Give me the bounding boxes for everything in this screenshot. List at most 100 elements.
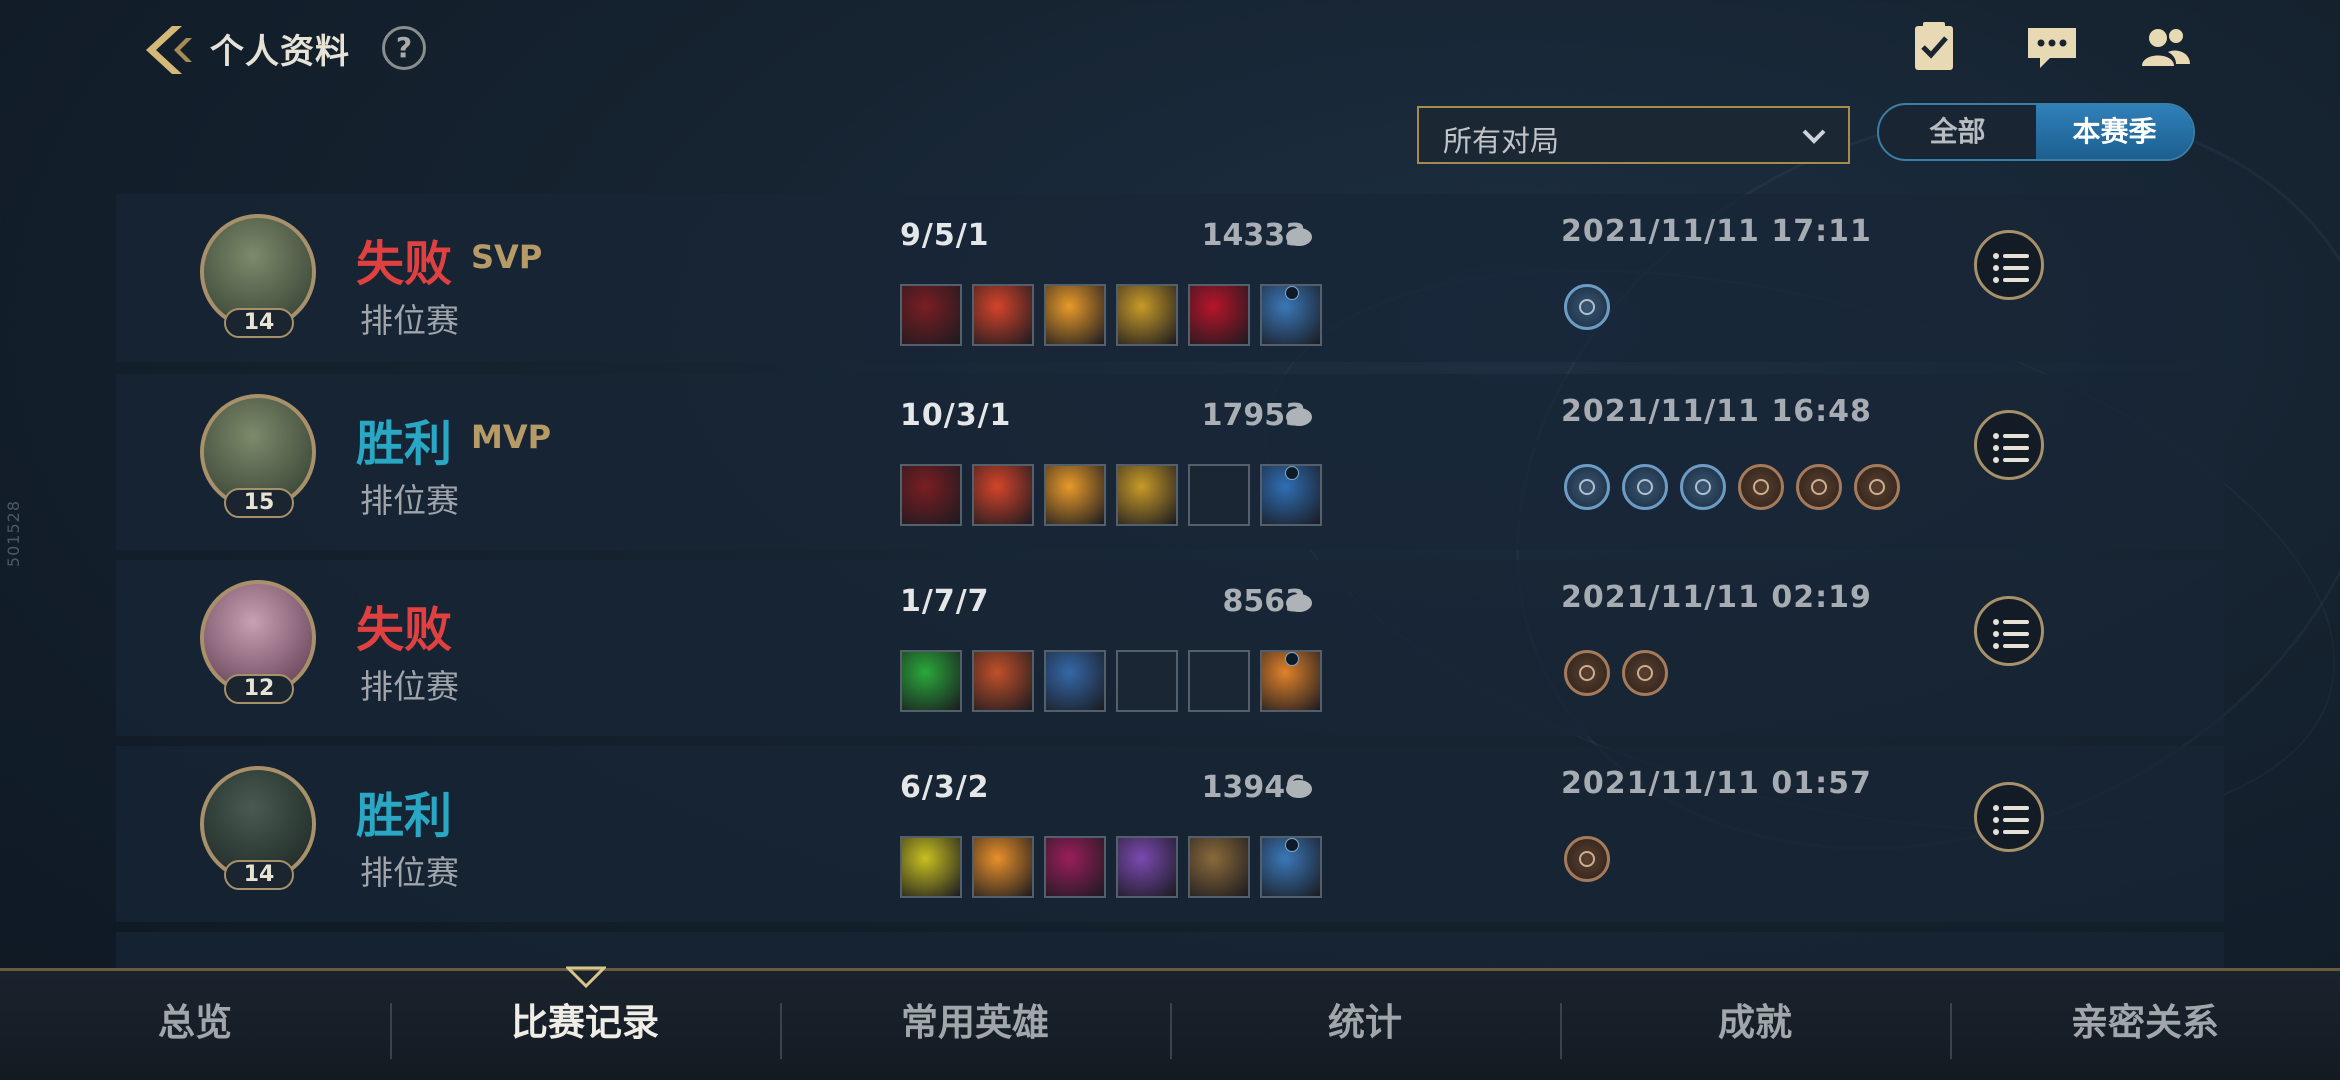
item-icon[interactable] bbox=[1260, 650, 1322, 712]
match-result: 失败 bbox=[356, 602, 453, 658]
bronze-medal-icon[interactable] bbox=[1622, 650, 1668, 696]
tab-favorite-heroes[interactable]: 常用英雄 bbox=[780, 971, 1170, 1080]
medal-emblem-icon bbox=[1579, 665, 1595, 681]
item-icon[interactable] bbox=[900, 284, 962, 346]
segment-all[interactable]: 全部 bbox=[1879, 105, 2036, 159]
task-checklist-icon[interactable] bbox=[1906, 22, 1962, 74]
item-build bbox=[900, 650, 1322, 712]
empty-item-slot[interactable] bbox=[1116, 650, 1178, 712]
item-icon[interactable] bbox=[1188, 284, 1250, 346]
match-detail-button[interactable] bbox=[1974, 230, 2044, 300]
item-icon[interactable] bbox=[900, 464, 962, 526]
gold-coin-icon bbox=[1286, 228, 1312, 246]
item-icon[interactable] bbox=[1116, 836, 1178, 898]
item-icon[interactable] bbox=[1188, 836, 1250, 898]
item-build bbox=[900, 284, 1322, 346]
item-charge-icon bbox=[1285, 466, 1299, 480]
list-icon bbox=[1993, 619, 2029, 649]
item-icon[interactable] bbox=[972, 650, 1034, 712]
kda-score: 9/5/1 bbox=[900, 218, 990, 253]
hero-level-badge: 15 bbox=[224, 488, 294, 518]
medal-emblem-icon bbox=[1579, 299, 1595, 315]
match-mode: 排位赛 bbox=[360, 853, 459, 892]
item-icon[interactable] bbox=[1116, 464, 1178, 526]
empty-item-slot[interactable] bbox=[1188, 464, 1250, 526]
match-type-value: 所有对局 bbox=[1443, 124, 1560, 158]
match-date: 2021/11/11 17:11 bbox=[1561, 214, 1872, 249]
blue-medal-icon[interactable] bbox=[1680, 464, 1726, 510]
item-icon[interactable] bbox=[1260, 464, 1322, 526]
gold-amount: 13946 bbox=[1201, 770, 1306, 805]
friends-icon[interactable] bbox=[2138, 22, 2194, 74]
active-tab-indicator-icon bbox=[566, 966, 606, 988]
match-row[interactable]: 14 失败 SVP 排位赛 9/5/1 14333 2021/11/11 17:… bbox=[116, 194, 2224, 362]
list-icon bbox=[1993, 433, 2029, 463]
medal-emblem-icon bbox=[1695, 479, 1711, 495]
item-icon[interactable] bbox=[1044, 464, 1106, 526]
gold-coin-icon bbox=[1286, 594, 1312, 612]
bronze-medal-icon[interactable] bbox=[1796, 464, 1842, 510]
match-result: 胜利 bbox=[356, 788, 453, 844]
hero-level-badge: 14 bbox=[224, 860, 294, 890]
match-row[interactable]: 15 胜利 MVP 排位赛 10/3/1 17953 2021/11/11 16… bbox=[116, 374, 2224, 550]
back-button[interactable] bbox=[138, 20, 198, 80]
blue-medal-icon[interactable] bbox=[1622, 464, 1668, 510]
match-type-select[interactable]: 所有对局 bbox=[1417, 106, 1850, 164]
item-icon[interactable] bbox=[1260, 284, 1322, 346]
match-row[interactable]: 14 胜利 排位赛 6/3/2 13946 2021/11/11 01:57 bbox=[116, 746, 2224, 922]
item-icon[interactable] bbox=[972, 464, 1034, 526]
kda-score: 6/3/2 bbox=[900, 770, 990, 805]
match-badge: MVP bbox=[471, 418, 552, 456]
medal-list bbox=[1564, 284, 1610, 330]
item-charge-icon bbox=[1285, 838, 1299, 852]
tab-overview[interactable]: 总览 bbox=[0, 971, 390, 1080]
blue-medal-icon[interactable] bbox=[1564, 284, 1610, 330]
match-date: 2021/11/11 02:19 bbox=[1561, 580, 1872, 615]
bronze-medal-icon[interactable] bbox=[1564, 650, 1610, 696]
item-icon[interactable] bbox=[1260, 836, 1322, 898]
match-date: 2021/11/11 16:48 bbox=[1561, 394, 1872, 429]
medal-emblem-icon bbox=[1579, 851, 1595, 867]
item-icon[interactable] bbox=[1044, 650, 1106, 712]
tab-divider bbox=[390, 1003, 392, 1059]
match-detail-button[interactable] bbox=[1974, 410, 2044, 480]
bronze-medal-icon[interactable] bbox=[1738, 464, 1784, 510]
item-icon[interactable] bbox=[972, 836, 1034, 898]
medal-emblem-icon bbox=[1811, 479, 1827, 495]
item-icon[interactable] bbox=[972, 284, 1034, 346]
hero-level-badge: 14 bbox=[224, 308, 294, 338]
match-mode: 排位赛 bbox=[360, 667, 459, 706]
medal-emblem-icon bbox=[1579, 479, 1595, 495]
item-icon[interactable] bbox=[900, 836, 962, 898]
bronze-medal-icon[interactable] bbox=[1564, 836, 1610, 882]
match-detail-button[interactable] bbox=[1974, 596, 2044, 666]
match-date: 2021/11/11 01:57 bbox=[1561, 766, 1872, 801]
item-icon[interactable] bbox=[900, 650, 962, 712]
item-charge-icon bbox=[1285, 652, 1299, 666]
medal-emblem-icon bbox=[1637, 479, 1653, 495]
item-icon[interactable] bbox=[1044, 836, 1106, 898]
gold-amount: 8563 bbox=[1222, 584, 1307, 619]
blue-medal-icon[interactable] bbox=[1564, 464, 1610, 510]
match-mode: 排位赛 bbox=[360, 481, 459, 520]
tab-relationships[interactable]: 亲密关系 bbox=[1950, 971, 2340, 1080]
tab-statistics[interactable]: 统计 bbox=[1170, 971, 1560, 1080]
tab-divider bbox=[1950, 1003, 1952, 1059]
match-detail-button[interactable] bbox=[1974, 782, 2044, 852]
chat-message-icon[interactable] bbox=[2024, 22, 2080, 74]
kda-score: 10/3/1 bbox=[900, 398, 1012, 433]
help-button[interactable]: ? bbox=[382, 26, 426, 70]
list-icon bbox=[1993, 805, 2029, 835]
chevron-down-icon bbox=[1802, 129, 1826, 144]
bronze-medal-icon[interactable] bbox=[1854, 464, 1900, 510]
tab-achievements[interactable]: 成就 bbox=[1560, 971, 1950, 1080]
match-row[interactable]: 12 失败 排位赛 1/7/7 8563 2021/11/11 02:19 bbox=[116, 560, 2224, 736]
match-row[interactable] bbox=[116, 932, 2224, 968]
item-icon[interactable] bbox=[1116, 284, 1178, 346]
empty-item-slot[interactable] bbox=[1188, 650, 1250, 712]
medal-list bbox=[1564, 836, 1610, 882]
item-icon[interactable] bbox=[1044, 284, 1106, 346]
medal-list bbox=[1564, 464, 1900, 510]
segment-this-season[interactable]: 本赛季 bbox=[2036, 105, 2193, 159]
medal-list bbox=[1564, 650, 1668, 696]
